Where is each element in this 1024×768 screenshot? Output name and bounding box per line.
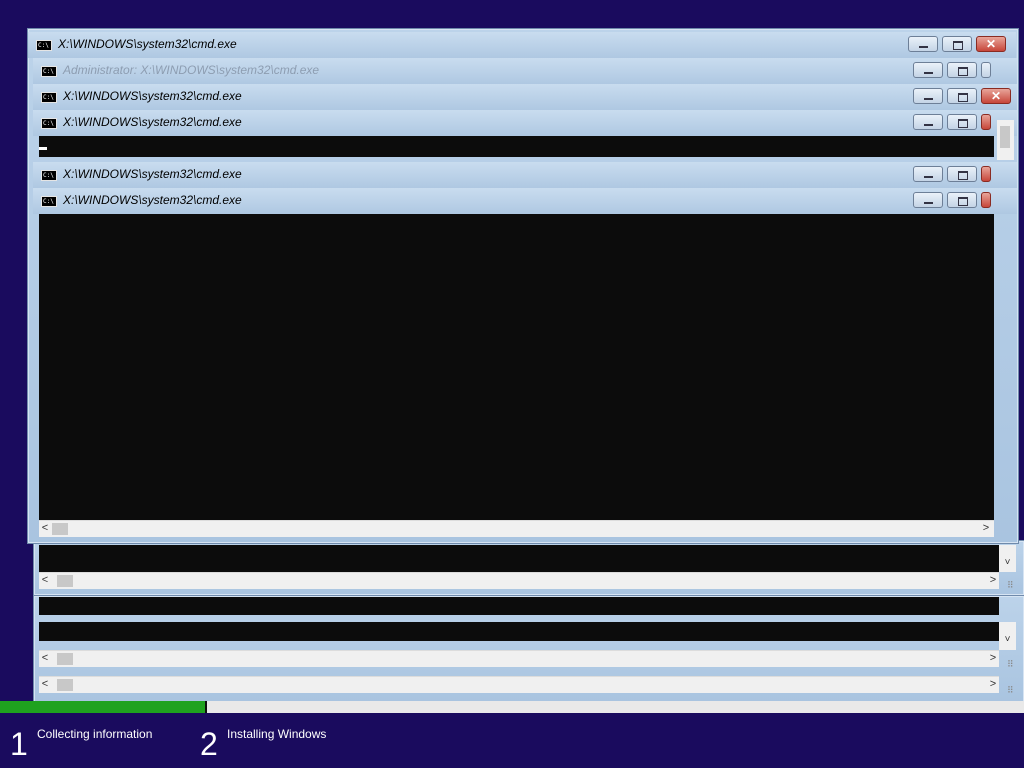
title-bar[interactable]: C:\ X:\WINDOWS\system32\cmd.exe ✕	[33, 84, 1017, 110]
horizontal-scrollbar[interactable]: < >	[39, 650, 999, 667]
console-area	[39, 597, 999, 615]
console-icon: C:\	[41, 66, 57, 77]
console-icon: C:\	[36, 40, 52, 51]
minimize-icon	[924, 202, 933, 204]
console-area	[39, 622, 999, 641]
scroll-thumb[interactable]	[57, 679, 73, 691]
resize-grip-icon[interactable]: ⠿	[1007, 659, 1014, 670]
scroll-down-icon[interactable]: ˅	[999, 557, 1016, 568]
maximize-icon	[958, 171, 968, 180]
maximize-icon	[958, 119, 968, 128]
setup-progress-bar	[0, 701, 1024, 713]
maximize-button[interactable]	[942, 36, 972, 52]
setup-progress-fill	[0, 701, 207, 713]
maximize-icon	[958, 197, 968, 206]
close-icon: ✕	[990, 89, 1002, 103]
step-label: Installing Windows	[227, 727, 327, 741]
vertical-scrollbar[interactable]: ˅	[999, 622, 1016, 650]
minimize-icon	[924, 176, 933, 178]
title-bar[interactable]: C:\ X:\WINDOWS\system32\cmd.exe	[33, 188, 1017, 214]
scroll-left-icon[interactable]: <	[39, 652, 51, 664]
step-number: 2	[200, 726, 218, 762]
scroll-thumb[interactable]	[57, 653, 73, 665]
vertical-scrollbar[interactable]: ˅	[999, 545, 1016, 572]
scroll-right-icon[interactable]: >	[987, 652, 999, 664]
minimize-button[interactable]	[913, 114, 943, 130]
scroll-thumb[interactable]	[1000, 126, 1010, 148]
window-title: X:\WINDOWS\system32\cmd.exe	[63, 115, 242, 129]
window-title: X:\WINDOWS\system32\cmd.exe	[58, 37, 237, 51]
close-icon: ✕	[985, 37, 997, 51]
scroll-right-icon[interactable]: >	[980, 522, 992, 534]
window-title: X:\WINDOWS\system32\cmd.exe	[63, 193, 242, 207]
step-label: Collecting information	[37, 727, 153, 741]
setup-screen: { "windows": [ {"title": "X:\\WINDOWS\\s…	[0, 0, 1024, 768]
console-icon: C:\	[41, 196, 57, 207]
maximize-icon	[953, 41, 963, 50]
close-button[interactable]	[981, 114, 991, 130]
scroll-left-icon[interactable]: <	[39, 678, 51, 690]
close-button[interactable]	[981, 166, 991, 182]
horizontal-scrollbar[interactable]: < >	[39, 676, 999, 693]
scroll-right-icon[interactable]: >	[987, 574, 999, 586]
maximize-button[interactable]	[947, 192, 977, 208]
scroll-thumb[interactable]	[52, 523, 68, 535]
window-title: Administrator: X:\WINDOWS\system32\cmd.e…	[63, 63, 320, 77]
minimize-button[interactable]	[913, 166, 943, 182]
minimize-button[interactable]	[913, 192, 943, 208]
close-button[interactable]: ✕	[976, 36, 1006, 52]
console-icon: C:\	[41, 170, 57, 181]
scroll-down-icon[interactable]: ˅	[999, 634, 1016, 645]
minimize-button[interactable]	[913, 88, 943, 104]
console-area[interactable]	[39, 136, 994, 157]
maximize-button[interactable]	[947, 62, 977, 78]
scroll-thumb[interactable]	[57, 575, 73, 587]
minimize-icon	[924, 98, 933, 100]
title-bar[interactable]: C:\ X:\WINDOWS\system32\cmd.exe	[33, 162, 1017, 188]
minimize-button[interactable]	[913, 62, 943, 78]
minimize-icon	[919, 46, 928, 48]
close-button[interactable]	[981, 62, 991, 78]
close-button[interactable]	[981, 192, 991, 208]
scroll-left-icon[interactable]: <	[39, 574, 51, 586]
window-title: X:\WINDOWS\system32\cmd.exe	[63, 89, 242, 103]
maximize-icon	[958, 93, 968, 102]
console-icon: C:\	[41, 92, 57, 103]
scroll-right-icon[interactable]: >	[987, 678, 999, 690]
minimize-button[interactable]	[908, 36, 938, 52]
minimize-icon	[924, 124, 933, 126]
console-icon: C:\	[41, 118, 57, 129]
vertical-scrollbar[interactable]	[997, 120, 1014, 160]
minimize-icon	[924, 72, 933, 74]
horizontal-scrollbar[interactable]: < >	[39, 520, 994, 537]
window-title: X:\WINDOWS\system32\cmd.exe	[63, 167, 242, 181]
resize-grip-icon[interactable]: ⠿	[1007, 580, 1014, 591]
maximize-button[interactable]	[947, 88, 977, 104]
maximize-button[interactable]	[947, 114, 977, 130]
console-area	[39, 545, 999, 572]
horizontal-scrollbar[interactable]: < >	[39, 572, 999, 589]
maximize-button[interactable]	[947, 166, 977, 182]
title-bar[interactable]: C:\ Administrator: X:\WINDOWS\system32\c…	[33, 58, 1017, 84]
text-cursor	[39, 147, 47, 150]
title-bar[interactable]: C:\ X:\WINDOWS\system32\cmd.exe	[33, 110, 1017, 136]
close-button[interactable]: ✕	[981, 88, 1011, 104]
maximize-icon	[958, 67, 968, 76]
title-bar[interactable]: C:\ X:\WINDOWS\system32\cmd.exe ✕	[28, 32, 1016, 58]
scroll-left-icon[interactable]: <	[39, 522, 51, 534]
console-area[interactable]	[39, 214, 994, 520]
step-number: 1	[10, 726, 28, 762]
resize-grip-icon[interactable]: ⠿	[1007, 685, 1014, 696]
